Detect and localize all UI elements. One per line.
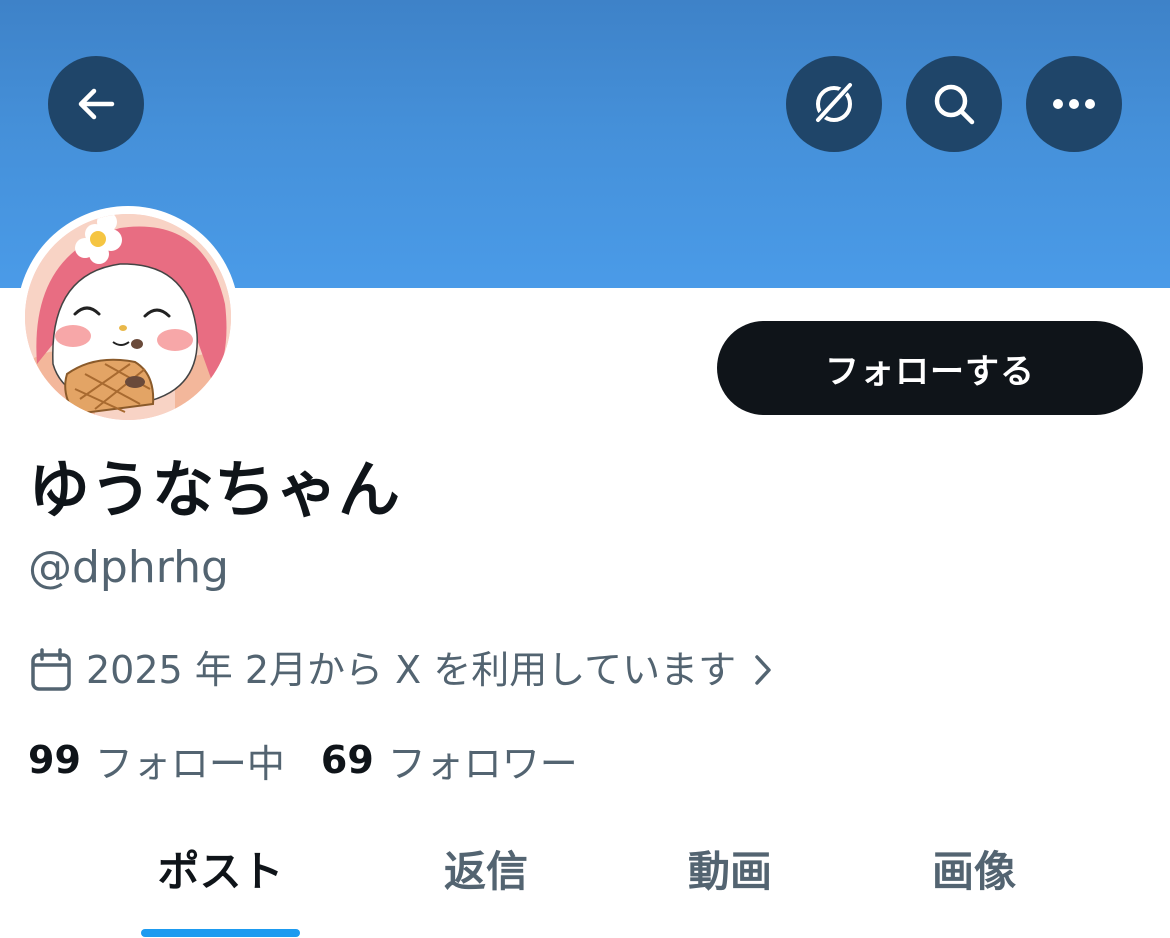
joined-date-text: 2025 年 2月から X を利用しています — [86, 648, 737, 692]
tab-images[interactable]: 画像 — [908, 832, 1040, 938]
avatar[interactable] — [17, 206, 239, 428]
tab-images-label: 画像 — [931, 847, 1016, 896]
more-button[interactable] — [1026, 56, 1122, 152]
active-tab-indicator — [141, 929, 300, 937]
profile-handle: @dphrhg — [28, 542, 229, 593]
profile-page: フォローする ゆうなちゃん @dphrhg 2025 年 2月から X を利用し… — [0, 0, 1170, 938]
following-label: フォロー中 — [94, 741, 285, 786]
follow-button[interactable]: フォローする — [717, 321, 1143, 415]
search-icon — [934, 84, 975, 125]
tab-posts-label: ポスト — [157, 847, 284, 896]
tab-videos[interactable]: 動画 — [664, 832, 796, 938]
profile-tabs: ポスト 返信 動画 画像 — [0, 832, 1170, 938]
following-count: 99 — [28, 738, 81, 782]
followers-label: フォロワー — [387, 741, 578, 786]
grok-button[interactable] — [786, 56, 882, 152]
tab-replies[interactable]: 返信 — [420, 832, 552, 938]
tab-videos-label: 動画 — [687, 847, 772, 896]
calendar-icon — [31, 648, 71, 691]
search-button[interactable] — [906, 56, 1002, 152]
more-horizontal-icon — [1053, 99, 1095, 109]
follow-stats: 99 フォロー中 69 フォロワー — [28, 733, 578, 787]
arrow-left-icon — [78, 88, 115, 120]
chevron-right-icon — [755, 655, 771, 685]
back-button[interactable] — [48, 56, 144, 152]
following-link[interactable]: 99 フォロー中 — [28, 733, 285, 788]
tab-posts[interactable]: ポスト — [141, 832, 300, 938]
grok-icon — [812, 82, 852, 126]
followers-link[interactable]: 69 フォロワー — [321, 733, 578, 788]
joined-date-link[interactable]: 2025 年 2月から X を利用しています — [30, 644, 774, 696]
followers-count: 69 — [320, 738, 374, 782]
tab-replies-label: 返信 — [443, 847, 528, 896]
profile-display-name: ゆうなちゃん — [28, 453, 401, 526]
avatar-image — [25, 214, 231, 420]
